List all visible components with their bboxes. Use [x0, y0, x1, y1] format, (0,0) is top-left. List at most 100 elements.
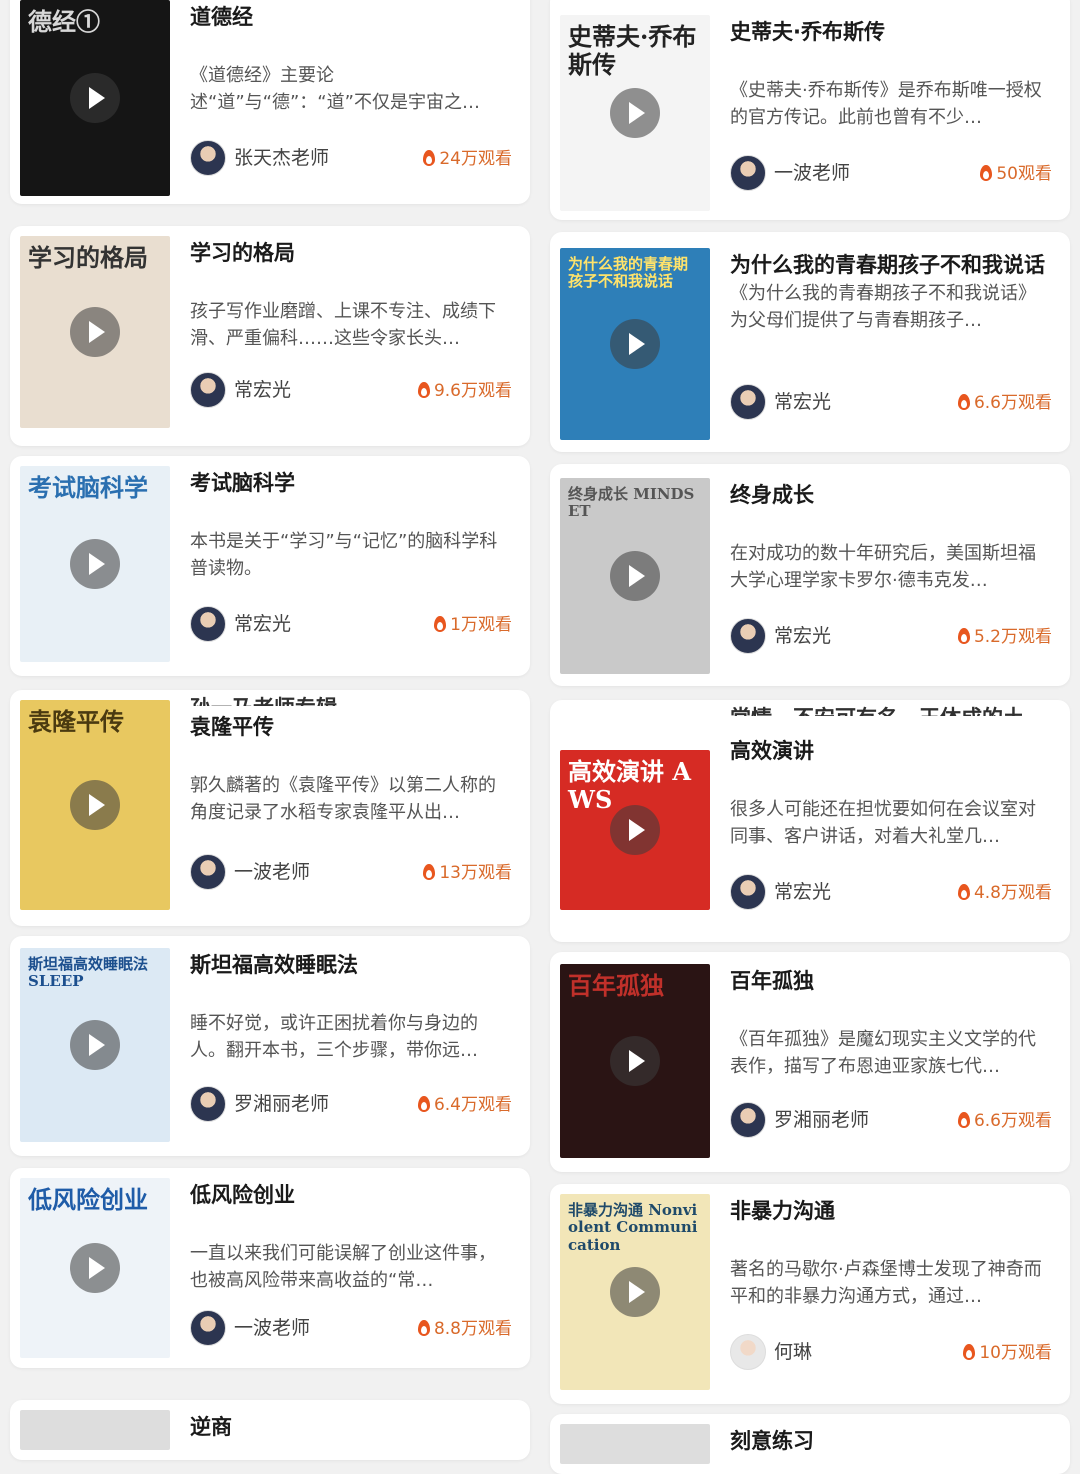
play-icon[interactable]	[70, 1020, 120, 1070]
book-cover[interactable]: 斯坦福高效睡眠法 SLEEP	[20, 948, 170, 1142]
author-name[interactable]: 罗湘丽老师	[774, 1105, 869, 1132]
book-card[interactable]: 袁隆平传 孙一乃老师专辑袁隆平传郭久麟著的《袁隆平传》以第二人称的角度记录了水稻专…	[10, 690, 530, 926]
author-name[interactable]: 张天杰老师	[234, 143, 329, 170]
flame-icon	[417, 382, 430, 398]
play-icon[interactable]	[70, 1243, 120, 1293]
cover-title-text: 低风险创业	[28, 1185, 148, 1214]
book-meta: 何琳 10万观看	[730, 1334, 1052, 1370]
previous-item-title-overlap: 孙一乃老师专辑	[190, 692, 337, 706]
book-cover[interactable]: 低风险创业	[20, 1178, 170, 1358]
book-title[interactable]: 为什么我的青春期孩子不和我说话	[730, 250, 1052, 280]
play-icon[interactable]	[610, 1267, 660, 1317]
cover-title-text: 袁隆平传	[28, 707, 124, 736]
flame-icon	[957, 884, 970, 900]
book-card[interactable]: 为什么我的青春期孩子不和我说话 为什么我的青春期孩子不和我说话 《为什么我的青春期孩…	[550, 232, 1070, 452]
book-card[interactable]: 史蒂夫·乔布斯传 史蒂夫·乔布斯传 《史蒂夫·乔布斯传》是乔布斯唯一授权的官方传记。…	[550, 0, 1070, 220]
author-name[interactable]: 罗湘丽老师	[234, 1089, 329, 1116]
book-title[interactable]: 低风险创业	[190, 1180, 512, 1210]
play-icon[interactable]	[610, 551, 660, 601]
book-title[interactable]: 学习的格局	[190, 238, 512, 268]
book-description: 著名的马歇尔·卢森堡博士发现了神奇而平和的非暴力沟通方式，通过…	[730, 1259, 1042, 1307]
book-cover[interactable]: 终身成长 MINDSET	[560, 478, 710, 674]
author-name[interactable]: 常宏光	[774, 621, 831, 648]
book-card[interactable]: 刻意练习	[550, 1414, 1070, 1474]
book-title[interactable]: 非暴力沟通	[730, 1196, 1052, 1226]
avatar[interactable]	[190, 1086, 226, 1122]
author-name[interactable]: 常宏光	[234, 609, 291, 636]
book-cover[interactable]: 学习的格局	[20, 236, 170, 428]
cover-title-text: 非暴力沟通 Nonviolent Communication	[568, 1201, 698, 1254]
book-cover[interactable]: 袁隆平传	[20, 700, 170, 910]
view-count: 6.4万观看	[417, 1090, 512, 1115]
book-card[interactable]: 终身成长 MINDSET 终身成长 在对成功的数十年研究后，美国斯坦福大学心理学家卡…	[550, 464, 1070, 686]
view-count: 50观看	[980, 159, 1052, 184]
play-icon[interactable]	[610, 805, 660, 855]
book-card[interactable]: 百年孤独 百年孤独 《百年孤独》是魔幻现实主义文学的代表作，描写了布恩迪亚家族七代……	[550, 952, 1070, 1172]
author-name[interactable]: 一波老师	[774, 158, 850, 185]
avatar[interactable]	[730, 1334, 766, 1370]
avatar[interactable]	[730, 155, 766, 191]
book-title[interactable]: 袁隆平传	[190, 712, 512, 742]
author-name[interactable]: 一波老师	[234, 857, 310, 884]
avatar[interactable]	[730, 1102, 766, 1138]
book-cover[interactable]: 高效演讲 AWS	[560, 750, 710, 910]
avatar[interactable]	[190, 854, 226, 890]
book-card[interactable]: 德经① 道德经 《道德经》主要论述“道”与“德”：“道”不仅是宇宙之… 张天杰老师 24…	[10, 0, 530, 204]
avatar[interactable]	[730, 874, 766, 910]
book-card[interactable]: 非暴力沟通 Nonviolent Communication 非暴力沟通著名的马歇…	[550, 1184, 1070, 1404]
view-count: 8.8万观看	[417, 1314, 512, 1339]
cover-title-text: 斯坦福高效睡眠法 SLEEP	[28, 955, 149, 991]
author-name[interactable]: 常宏光	[774, 877, 831, 904]
avatar[interactable]	[190, 606, 226, 642]
book-cover[interactable]: 德经①	[20, 0, 170, 196]
view-count-text: 6.4万观看	[433, 1095, 512, 1115]
book-title[interactable]: 高效演讲	[730, 736, 1052, 766]
book-cover[interactable]	[560, 1424, 710, 1464]
book-card[interactable]: 低风险创业 低风险创业 一直以来我们可能误解了创业这件事，也被高风险带来高收益的“常…	[10, 1168, 530, 1368]
avatar[interactable]	[190, 140, 226, 176]
book-description: 本书是关于“学习”与“记忆”的脑科学科普读物。	[190, 531, 498, 579]
book-cover[interactable]	[20, 1410, 170, 1450]
avatar[interactable]	[190, 1310, 226, 1346]
avatar[interactable]	[730, 618, 766, 654]
play-icon[interactable]	[70, 307, 120, 357]
play-icon[interactable]	[70, 539, 120, 589]
book-title[interactable]: 史蒂夫·乔布斯传	[730, 17, 1052, 47]
flame-icon	[434, 616, 447, 632]
book-card[interactable]: 考试脑科学 考试脑科学本书是关于“学习”与“记忆”的脑科学科普读物。常宏光 1万观看	[10, 456, 530, 676]
book-title[interactable]: 终身成长	[730, 480, 1052, 510]
book-title[interactable]: 百年孤独	[730, 966, 1052, 996]
book-info: 百年孤独 《百年孤独》是魔幻现实主义文学的代表作，描写了布恩迪亚家族七代…	[730, 966, 1052, 1080]
author-name[interactable]: 一波老师	[234, 1313, 310, 1340]
avatar[interactable]	[190, 372, 226, 408]
book-title[interactable]: 斯坦福高效睡眠法	[190, 950, 512, 980]
play-icon[interactable]	[610, 88, 660, 138]
book-cover[interactable]: 史蒂夫·乔布斯传	[560, 15, 710, 211]
play-icon[interactable]	[610, 1036, 660, 1086]
book-meta: 常宏光 6.6万观看	[730, 384, 1052, 420]
book-card[interactable]: 斯坦福高效睡眠法 SLEEP 斯坦福高效睡眠法 睡不好觉，或许正困扰着你与身边的人。…	[10, 936, 530, 1156]
book-title[interactable]: 道德经	[190, 2, 512, 32]
book-cover[interactable]: 考试脑科学	[20, 466, 170, 662]
book-cover[interactable]: 为什么我的青春期孩子不和我说话	[560, 248, 710, 440]
author-name[interactable]: 常宏光	[774, 387, 831, 414]
play-icon[interactable]	[70, 780, 120, 830]
author-name[interactable]: 何琳	[774, 1337, 812, 1364]
book-title[interactable]: 考试脑科学	[190, 468, 512, 498]
play-icon[interactable]	[70, 73, 120, 123]
view-count: 10万观看	[963, 1338, 1052, 1363]
book-cover[interactable]: 百年孤独	[560, 964, 710, 1158]
book-cover[interactable]: 非暴力沟通 Nonviolent Communication	[560, 1194, 710, 1390]
avatar[interactable]	[730, 384, 766, 420]
book-card[interactable]: 学习的格局 学习的格局 孩子写作业磨蹭、上课不专注、成绩下滑、严重偏科……这些令家长…	[10, 226, 530, 446]
book-card[interactable]: 高效演讲 AWS 常情、不安可有名、王体成的土高效演讲很多人可能还在担忧要如何在会…	[550, 700, 1070, 942]
previous-item-title-overlap: 常情、不安可有名、王体成的土	[730, 702, 1024, 716]
book-title[interactable]: 逆商	[190, 1412, 512, 1442]
book-title[interactable]: 刻意练习	[730, 1426, 1052, 1456]
play-icon[interactable]	[610, 319, 660, 369]
view-count-text: 6.6万观看	[973, 1111, 1052, 1131]
book-card[interactable]: 逆商	[10, 1400, 530, 1460]
view-count-text: 1万观看	[450, 615, 512, 635]
author-name[interactable]: 常宏光	[234, 375, 291, 402]
cover-title-text: 考试脑科学	[28, 473, 148, 502]
